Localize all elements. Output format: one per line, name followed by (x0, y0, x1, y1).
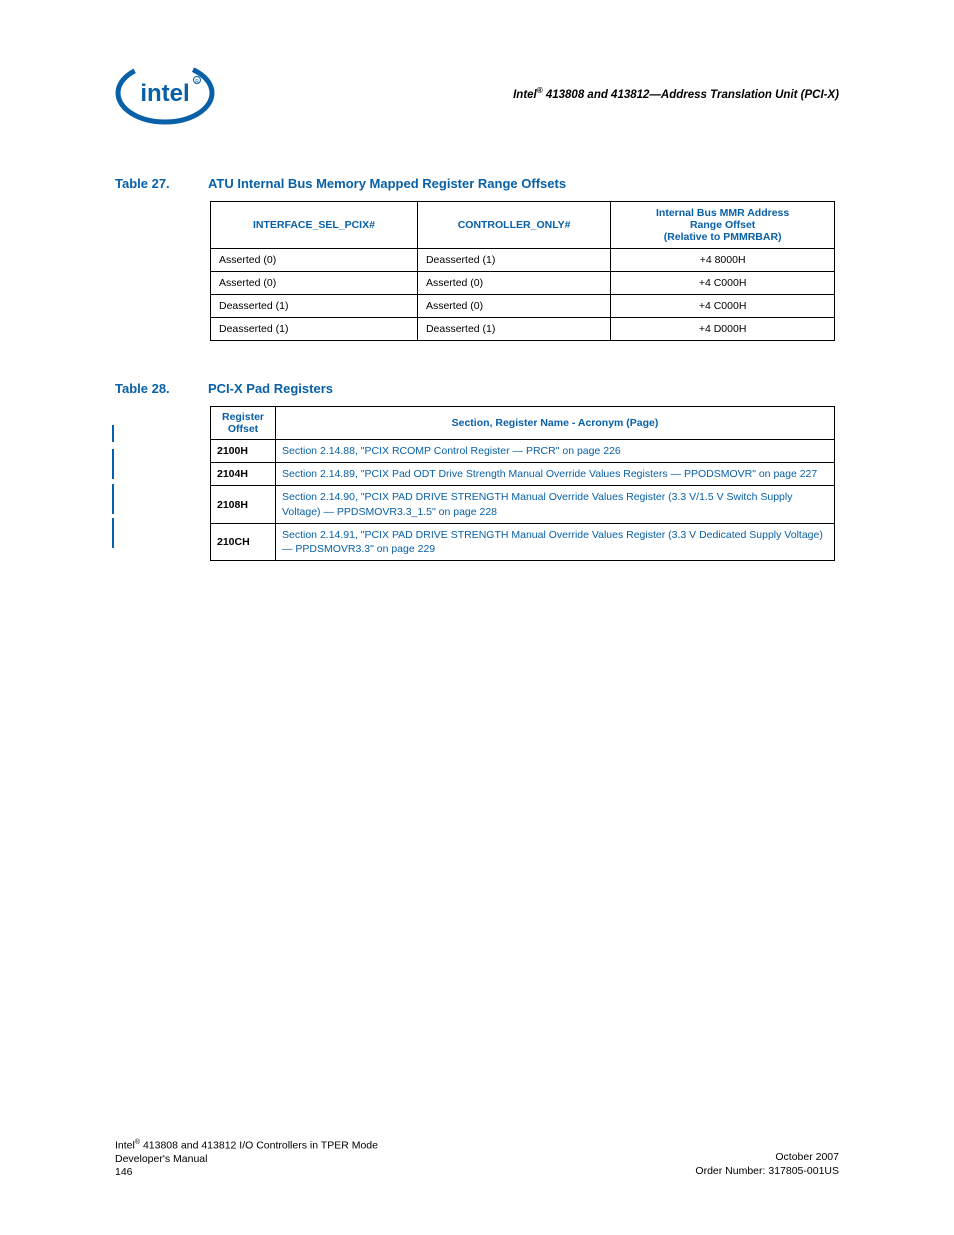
page-header: intel R Intel® 413808 and 413812—Address… (115, 60, 839, 126)
t28-header-col2: Section, Register Name - Acronym (Page) (276, 407, 835, 440)
change-bar-icon (112, 425, 114, 442)
table-27: INTERFACE_SEL_PCIX# CONTROLLER_ONLY# Int… (210, 201, 835, 341)
table-row: Asserted (0) Deasserted (1) +4 8000H (211, 249, 835, 272)
cross-reference-link[interactable]: Section 2.14.91, "PCIX PAD DRIVE STRENGT… (276, 523, 835, 560)
page-number: 146 (115, 1166, 133, 1178)
t27-header-col1: INTERFACE_SEL_PCIX# (211, 202, 418, 249)
change-bar-icon (112, 518, 114, 548)
svg-text:R: R (195, 79, 199, 85)
change-bar-icon (112, 484, 114, 514)
table-title: PCI-X Pad Registers (208, 381, 333, 396)
t27-header-col2: CONTROLLER_ONLY# (417, 202, 610, 249)
table-row: 2100H Section 2.14.88, "PCIX RCOMP Contr… (211, 440, 835, 463)
t28-header-col1: Register Offset (211, 407, 276, 440)
table-row: Deasserted (1) Asserted (0) +4 C000H (211, 295, 835, 318)
page-footer: Intel® 413808 and 413812 I/O Controllers… (115, 1138, 839, 1180)
table-row: 210CH Section 2.14.91, "PCIX PAD DRIVE S… (211, 523, 835, 560)
table-27-caption: Table 27. ATU Internal Bus Memory Mapped… (115, 176, 839, 191)
change-bar-icon (112, 449, 114, 479)
table-title: ATU Internal Bus Memory Mapped Register … (208, 176, 566, 191)
cross-reference-link[interactable]: Section 2.14.89, "PCIX Pad ODT Drive Str… (276, 463, 835, 486)
table-28: Register Offset Section, Register Name -… (210, 406, 835, 561)
table-number: Table 28. (115, 381, 180, 396)
header-title: Intel® 413808 and 413812—Address Transla… (513, 86, 839, 101)
cross-reference-link[interactable]: Section 2.14.88, "PCIX RCOMP Control Reg… (276, 440, 835, 463)
table-row: Asserted (0) Asserted (0) +4 C000H (211, 272, 835, 295)
table-number: Table 27. (115, 176, 180, 191)
cross-reference-link[interactable]: Section 2.14.90, "PCIX PAD DRIVE STRENGT… (276, 486, 835, 523)
table-row: 2108H Section 2.14.90, "PCIX PAD DRIVE S… (211, 486, 835, 523)
intel-logo: intel R (115, 60, 215, 126)
footer-left: Intel® 413808 and 413812 I/O Controllers… (115, 1138, 378, 1180)
footer-right: October 2007 Order Number: 317805-001US (695, 1138, 839, 1180)
table-row: Deasserted (1) Deasserted (1) +4 D000H (211, 318, 835, 341)
svg-text:intel: intel (140, 80, 189, 107)
t27-header-col3: Internal Bus MMR Address Range Offset (R… (611, 202, 835, 249)
table-28-caption: Table 28. PCI-X Pad Registers (115, 381, 839, 396)
table-row: 2104H Section 2.14.89, "PCIX Pad ODT Dri… (211, 463, 835, 486)
